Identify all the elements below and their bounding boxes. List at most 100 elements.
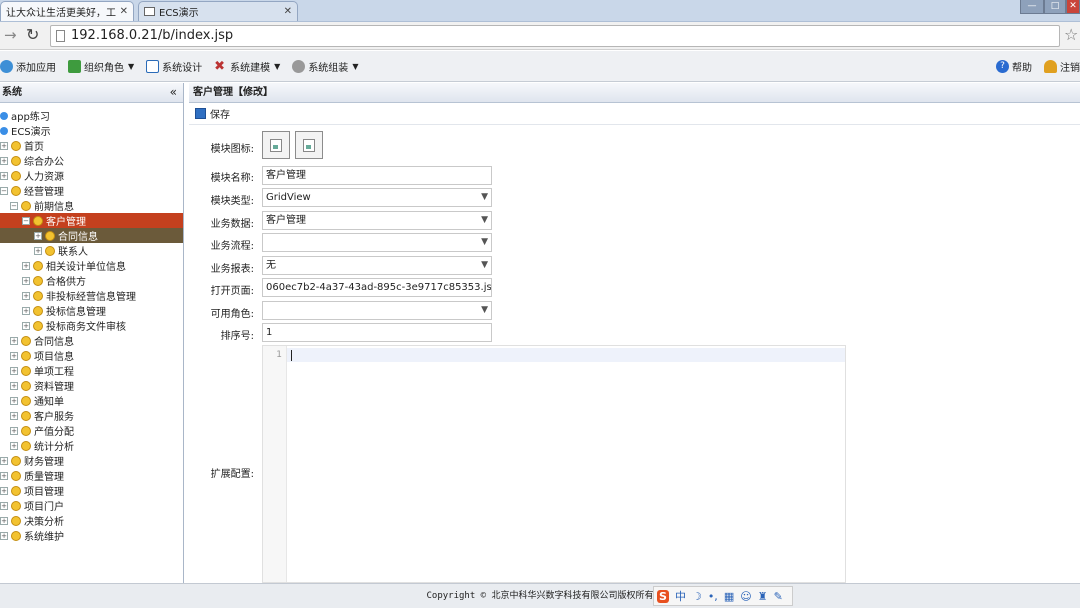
- tree-item-customer[interactable]: − 客户管理: [0, 213, 183, 228]
- ime-mode[interactable]: 中: [675, 588, 686, 604]
- tree-item-customer-service[interactable]: + 客户服务: [0, 408, 183, 423]
- tree-item-contract[interactable]: + 合同信息: [0, 333, 183, 348]
- order-input[interactable]: 1: [262, 323, 492, 342]
- help-button[interactable]: ? 帮助: [990, 55, 1038, 77]
- close-window-icon[interactable]: ✕: [1066, 0, 1080, 14]
- tree-item-contact[interactable]: + 联系人: [0, 243, 183, 258]
- module-type-select[interactable]: GridView ▼: [262, 188, 492, 207]
- available-role-select[interactable]: ▼: [262, 301, 492, 320]
- tree-item-project-mgmt[interactable]: + 项目管理: [0, 483, 183, 498]
- expand-icon[interactable]: +: [0, 456, 8, 465]
- collapse-sidebar-icon[interactable]: «: [170, 83, 177, 102]
- tree-item-supplier[interactable]: + 合格供方: [0, 273, 183, 288]
- close-tab-icon[interactable]: ✕: [284, 6, 292, 17]
- tree-item-single-project[interactable]: + 单项工程: [0, 363, 183, 378]
- expand-icon[interactable]: +: [10, 381, 18, 390]
- module-name-input[interactable]: 客户管理: [262, 166, 492, 185]
- expand-icon[interactable]: +: [0, 471, 8, 480]
- tree-item-decision[interactable]: + 决策分析: [0, 513, 183, 528]
- icon-image-button-1[interactable]: [262, 131, 290, 159]
- tree-item-finance[interactable]: + 财务管理: [0, 453, 183, 468]
- bookmark-star-icon[interactable]: ☆: [1064, 25, 1078, 44]
- expand-icon[interactable]: +: [0, 531, 8, 540]
- tree-item-output-allocation[interactable]: + 产值分配: [0, 423, 183, 438]
- sys-assemble-button[interactable]: 系统组装 ▼: [286, 55, 364, 77]
- tree-item-notice[interactable]: + 通知单: [0, 393, 183, 408]
- folder-icon: [33, 320, 43, 331]
- tree-item-project-portal[interactable]: + 项目门户: [0, 498, 183, 513]
- expand-icon[interactable]: +: [10, 426, 18, 435]
- expand-icon[interactable]: +: [34, 246, 42, 255]
- expand-icon[interactable]: +: [34, 231, 42, 240]
- sys-design-button[interactable]: 系统设计: [140, 55, 208, 77]
- tree-item-design-unit[interactable]: + 相关设计单位信息: [0, 258, 183, 273]
- icon-image-button-2[interactable]: [295, 131, 323, 159]
- forward-icon[interactable]: →: [4, 26, 17, 44]
- tree-item-non-bid[interactable]: + 非投标经营信息管理: [0, 288, 183, 303]
- logout-button[interactable]: 注销: [1038, 55, 1080, 77]
- expand-icon[interactable]: +: [0, 141, 8, 150]
- tree-item-office[interactable]: + 综合办公: [0, 153, 183, 168]
- save-button[interactable]: 保存: [195, 106, 230, 121]
- tree-item-documents[interactable]: + 资料管理: [0, 378, 183, 393]
- business-report-select[interactable]: 无 ▼: [262, 256, 492, 275]
- collapse-icon[interactable]: −: [22, 216, 30, 225]
- tree-item-maintenance[interactable]: + 系统维护: [0, 528, 183, 543]
- maximize-icon[interactable]: □: [1044, 0, 1066, 14]
- skin-icon[interactable]: ♜: [758, 590, 768, 603]
- business-data-select[interactable]: 客户管理 ▼: [262, 211, 492, 230]
- user-icon[interactable]: ☺: [740, 590, 751, 603]
- expand-icon[interactable]: +: [22, 276, 30, 285]
- expand-icon[interactable]: +: [22, 261, 30, 270]
- tree-item-hr[interactable]: + 人力资源: [0, 168, 183, 183]
- expand-icon[interactable]: +: [10, 351, 18, 360]
- tree-item-home[interactable]: + 首页: [0, 138, 183, 153]
- tree-item-bid-review[interactable]: + 投标商务文件审核: [0, 318, 183, 333]
- browser-tab-ecs[interactable]: ECS演示 ✕: [138, 1, 298, 21]
- close-tab-icon[interactable]: ✕: [120, 6, 128, 17]
- role-label: 可用角色:: [210, 309, 254, 320]
- tree-item-statistics[interactable]: + 统计分析: [0, 438, 183, 453]
- sys-model-button[interactable]: ✖ 系统建模 ▼: [208, 55, 286, 77]
- expand-icon[interactable]: +: [10, 396, 18, 405]
- expand-icon[interactable]: +: [0, 501, 8, 510]
- expand-icon[interactable]: +: [22, 291, 30, 300]
- org-role-button[interactable]: 组织角色 ▼: [62, 55, 140, 77]
- business-flow-select[interactable]: ▼: [262, 233, 492, 252]
- keyboard-icon[interactable]: ▦: [724, 590, 734, 603]
- tree-item-project-info[interactable]: + 项目信息: [0, 348, 183, 363]
- expand-icon[interactable]: +: [10, 441, 18, 450]
- tree-item-app[interactable]: app练习: [0, 108, 183, 123]
- collapse-icon[interactable]: −: [0, 186, 8, 195]
- open-page-input[interactable]: 060ec7b2-4a37-43ad-895c-3e9717c85353.jsp: [262, 278, 492, 297]
- tree-item-label: 人力资源: [24, 172, 64, 183]
- add-app-button[interactable]: 添加应用: [0, 55, 62, 77]
- ime-toolbar[interactable]: S 中 ☽ •, ▦ ☺ ♜ ✎: [653, 586, 793, 606]
- ext-config-editor[interactable]: 1: [262, 345, 846, 583]
- expand-icon[interactable]: +: [0, 156, 8, 165]
- expand-icon[interactable]: +: [22, 321, 30, 330]
- reload-icon[interactable]: ↻: [26, 25, 39, 44]
- expand-icon[interactable]: +: [0, 516, 8, 525]
- tree-item-contract-info[interactable]: + 合同信息: [0, 228, 183, 243]
- tree-item-prelim[interactable]: − 前期信息: [0, 198, 183, 213]
- tree-item-business[interactable]: − 经营管理: [0, 183, 183, 198]
- expand-icon[interactable]: +: [10, 366, 18, 375]
- tree-item-ecs[interactable]: ECS演示: [0, 123, 183, 138]
- help-label: 帮助: [1012, 62, 1032, 74]
- tree-item-bid-info[interactable]: + 投标信息管理: [0, 303, 183, 318]
- collapse-icon[interactable]: −: [10, 201, 18, 210]
- expand-icon[interactable]: +: [22, 306, 30, 315]
- tree-item-quality[interactable]: + 质量管理: [0, 468, 183, 483]
- browser-tab-active[interactable]: 让大众让生活更美好，工作 ✕: [0, 1, 134, 21]
- wrench-icon[interactable]: ✎: [774, 590, 783, 603]
- expand-icon[interactable]: +: [0, 171, 8, 180]
- punctuation-icon[interactable]: •,: [708, 590, 718, 603]
- url-input[interactable]: 192.168.0.21/b/index.jsp: [50, 25, 1060, 47]
- expand-icon[interactable]: +: [10, 411, 18, 420]
- expand-icon[interactable]: +: [0, 486, 8, 495]
- folder-icon: [33, 260, 43, 271]
- moon-icon[interactable]: ☽: [692, 590, 702, 603]
- minimize-icon[interactable]: —: [1020, 0, 1044, 14]
- expand-icon[interactable]: +: [10, 336, 18, 345]
